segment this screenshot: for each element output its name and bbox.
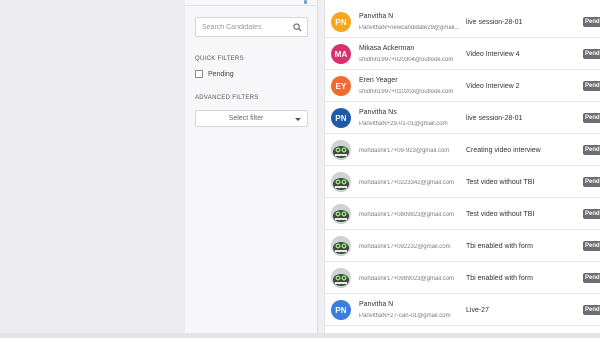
- candidate-name[interactable]: Panvitha Ns: [359, 109, 397, 116]
- select-filter-label: Select filter: [228, 115, 264, 122]
- interview-name: Creating video interview: [466, 147, 541, 154]
- avatar-photo: [331, 172, 351, 192]
- candidate-name[interactable]: Panvitha N: [359, 301, 393, 308]
- bottom-scrollbar[interactable]: [0, 333, 600, 338]
- advanced-filters-heading: ADVANCED FILTERS: [195, 95, 259, 101]
- filter-panel: QUICK FILTERS Pending ADVANCED FILTERS S…: [185, 0, 318, 333]
- avatar: PN: [331, 12, 351, 32]
- search-icon[interactable]: [293, 23, 302, 32]
- status-badge: Pend: [583, 145, 600, 155]
- candidate-row[interactable]: PN Panvitha N PanvithaN+27-can-01@gmail.co…: [325, 294, 600, 326]
- search-box[interactable]: [195, 17, 308, 37]
- avatar: MA: [331, 44, 351, 64]
- candidate-list: PN Panvitha N PanvithaN+newcandidate29@gma…: [324, 0, 600, 333]
- avatar-photo: [331, 236, 351, 256]
- scroll-indicator: [304, 0, 307, 4]
- interview-name: Video Interview 4: [466, 51, 520, 58]
- interview-name: live session-28-01: [466, 115, 523, 122]
- interview-name: live session-28-01: [466, 19, 523, 26]
- panel-top-divider: [185, 0, 317, 6]
- chevron-down-icon: [295, 118, 301, 121]
- status-badge: Pend: [583, 209, 600, 219]
- candidate-name[interactable]: Panvitha N: [359, 13, 393, 20]
- pending-label: Pending: [208, 70, 234, 78]
- pending-filter[interactable]: Pending: [195, 70, 234, 78]
- status-badge: Pend: [583, 17, 600, 27]
- candidate-row[interactable]: mohdashir17+0809823@gmail.com Test video …: [325, 198, 600, 230]
- candidate-row[interactable]: mohdashir17+092232@gmail.com Tbi enabled …: [325, 230, 600, 262]
- left-background: [0, 0, 185, 338]
- pending-checkbox[interactable]: [195, 70, 203, 78]
- candidate-row[interactable]: MA Mikasa Ackerman shidhin1997+020304@outl…: [325, 38, 600, 70]
- candidate-row[interactable]: mohdashir17+0989023@gmail.com Tbi enabled…: [325, 262, 600, 294]
- status-badge: Pend: [583, 177, 600, 187]
- status-badge: Pend: [583, 305, 600, 315]
- status-badge: Pend: [583, 273, 600, 283]
- candidate-row[interactable]: PN Panvitha N PanvithaN+newcandidate29@gma…: [325, 6, 600, 38]
- search-input[interactable]: [202, 23, 290, 31]
- candidate-name[interactable]: Eren Yeager: [359, 77, 398, 84]
- avatar-photo: [331, 204, 351, 224]
- interview-name: Test video without TBI: [466, 211, 535, 218]
- status-badge: Pend: [583, 49, 600, 59]
- interview-name: Live-27: [466, 307, 489, 314]
- candidate-row[interactable]: mohdashir17+09-923@gmail.com Creating vid…: [325, 134, 600, 166]
- avatar: PN: [331, 108, 351, 128]
- interview-name: Tbi enabled with form: [466, 243, 533, 250]
- candidate-row[interactable]: EY Eren Yeager shidhin1997+010203@outlook.…: [325, 70, 600, 102]
- status-badge: Pend: [583, 81, 600, 91]
- interview-name: Tbi enabled with form: [466, 275, 533, 282]
- avatar: EY: [331, 76, 351, 96]
- quick-filters-heading: QUICK FILTERS: [195, 56, 244, 62]
- avatar-photo: [331, 268, 351, 288]
- candidate-name[interactable]: Mikasa Ackerman: [359, 45, 414, 52]
- select-filter-dropdown[interactable]: Select filter: [195, 110, 308, 127]
- interview-name: Video Interview 2: [466, 83, 520, 90]
- avatar-photo: [331, 140, 351, 160]
- status-badge: Pend: [583, 113, 600, 123]
- candidate-row[interactable]: mohdashir17+0223342@gmail.com Test video …: [325, 166, 600, 198]
- status-badge: Pend: [583, 241, 600, 251]
- avatar: PN: [331, 300, 351, 320]
- candidate-row[interactable]: PN Panvitha Ns PanvithaN+29-01-01@gmail.co…: [325, 102, 600, 134]
- interview-name: Test video without TBI: [466, 179, 535, 186]
